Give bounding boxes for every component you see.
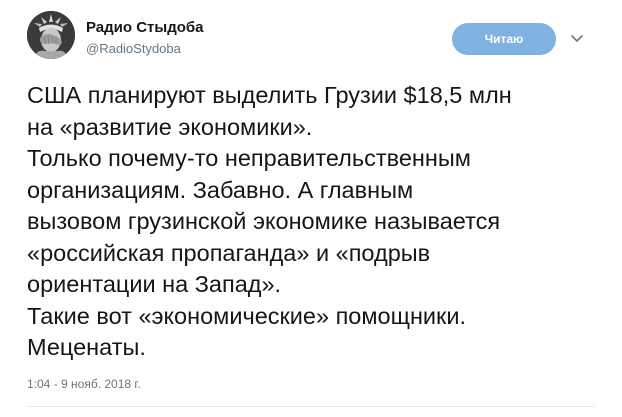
tweet-text-line: на «развитие экономики». [27,113,313,140]
chevron-down-icon[interactable] [568,30,586,48]
divider [27,406,595,407]
user-handle[interactable]: @RadioStydoba [86,41,181,56]
tweet-text-line: Только почему-то неправительственным [27,145,471,171]
tweet-text-line: ориентации на Запад». [27,271,282,297]
tweet-text-line: Такие вот «экономические» помощники. [27,302,466,329]
tweet-text-line: организациям. Забавно. А главным [27,176,414,203]
tweet-text-line: США планируют выделить Грузии $18,5 млн [27,82,512,108]
statue-of-liberty-avatar-icon [27,11,75,59]
tweet-text: США планируют выделить Грузии $18,5 млн … [27,80,617,364]
display-name[interactable]: Радио Стыдоба [86,19,204,36]
tweet-text-line: вызовом грузинской экономике называется [27,208,501,234]
tweet-timestamp[interactable]: 1:04 - 9 нояб. 2018 г. [27,377,141,391]
chevron-down-icon-glyph [571,35,583,42]
tweet-text-line: «российская пропаганда» и «подрыв [27,239,431,266]
tweet-card: Радио Стыдоба @RadioStydoba Читаю США пл… [0,0,622,417]
avatar[interactable] [27,11,75,59]
tweet-text-line: Меценаты. [27,334,146,360]
follow-button[interactable]: Читаю [452,23,556,55]
